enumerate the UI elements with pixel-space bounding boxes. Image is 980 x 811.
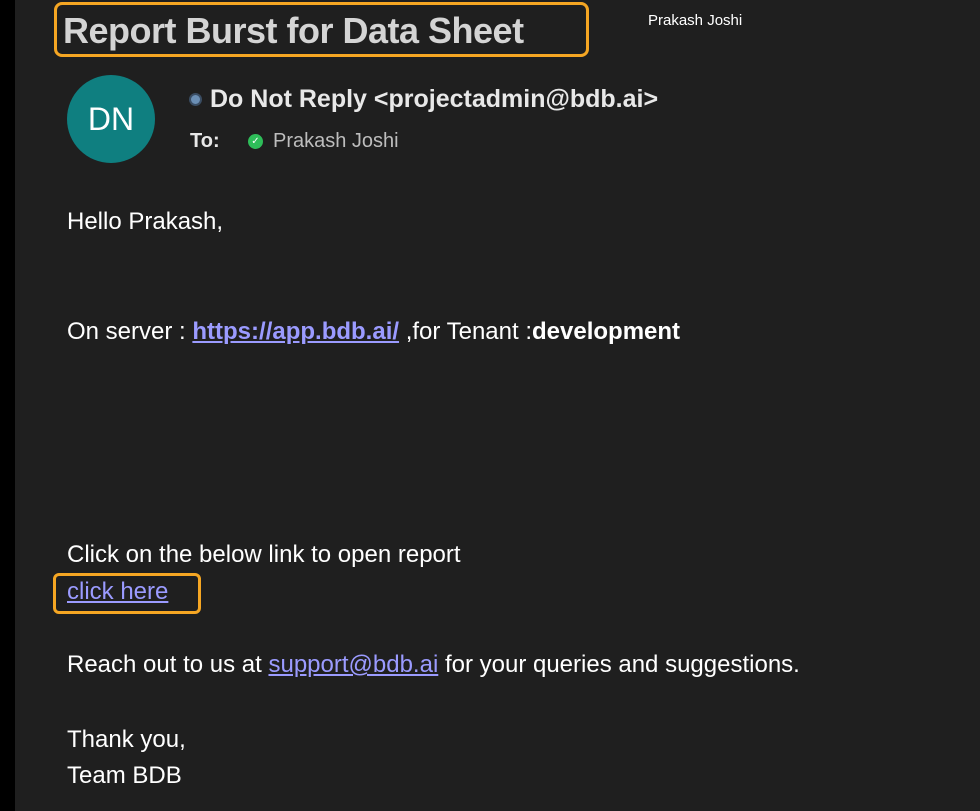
server-line: On server : https://app.bdb.ai/ ,for Ten…: [67, 318, 680, 346]
support-email-link[interactable]: support@bdb.ai: [268, 651, 438, 678]
sender[interactable]: Do Not Reply <projectadmin@bdb.ai>: [189, 85, 658, 114]
recipient-name[interactable]: Prakash Joshi: [273, 130, 399, 153]
server-link[interactable]: https://app.bdb.ai/: [192, 318, 399, 345]
tenant-name: development: [532, 318, 681, 345]
sender-avatar[interactable]: DN: [67, 75, 155, 163]
email-subject: Report Burst for Data Sheet: [63, 10, 524, 51]
current-user-name: Prakash Joshi: [648, 12, 743, 29]
click-here-link[interactable]: click here: [67, 578, 168, 605]
reach-prefix: Reach out to us at: [67, 651, 269, 678]
link-intro: Click on the below link to open report: [67, 541, 461, 568]
email-subject-highlight: Report Burst for Data Sheet: [54, 2, 589, 57]
greeting: Hello Prakash,: [67, 208, 224, 235]
sign-off: Thank you,: [67, 726, 186, 753]
email-reading-pane: [15, 0, 980, 811]
recipient-row: To: ✓ Prakash Joshi: [190, 130, 399, 153]
reach-suffix: for your queries and suggestions.: [438, 651, 800, 678]
presence-status-icon: [189, 93, 202, 106]
available-check-icon: ✓: [248, 134, 263, 149]
sender-name: Do Not Reply <projectadmin@bdb.ai>: [210, 85, 659, 113]
support-line: Reach out to us at support@bdb.ai for yo…: [67, 651, 800, 679]
tenant-label: ,for Tenant :: [399, 318, 533, 345]
server-prefix: On server :: [67, 318, 193, 345]
to-label: To:: [190, 130, 220, 152]
signature: Team BDB: [67, 762, 182, 789]
